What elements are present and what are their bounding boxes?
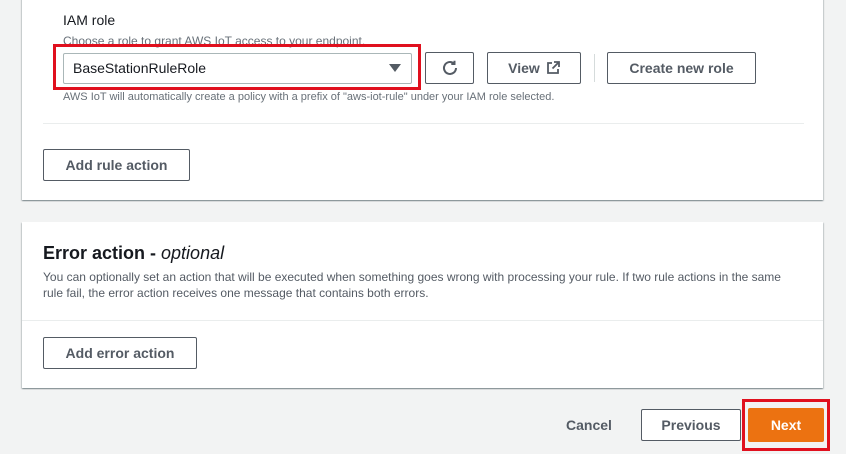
external-link-icon bbox=[546, 61, 560, 75]
error-action-title: Error action - optional bbox=[43, 243, 224, 264]
error-action-optional: optional bbox=[161, 243, 225, 263]
button-divider bbox=[594, 54, 595, 82]
iam-role-note: AWS IoT will automatically create a poli… bbox=[63, 91, 555, 103]
error-action-description: You can optionally set an action that wi… bbox=[43, 270, 781, 300]
create-new-role-button[interactable]: Create new role bbox=[607, 52, 756, 84]
error-action-divider bbox=[22, 320, 823, 321]
next-button[interactable]: Next bbox=[748, 408, 824, 442]
iam-role-title: IAM role bbox=[63, 12, 116, 28]
add-error-action-button[interactable]: Add error action bbox=[43, 337, 197, 369]
error-action-title-text: Error action - bbox=[43, 243, 162, 263]
refresh-roles-button[interactable] bbox=[425, 52, 474, 84]
view-role-label: View bbox=[508, 60, 540, 76]
iam-role-description: Choose a role to grant AWS IoT access to… bbox=[63, 34, 366, 48]
cancel-button[interactable]: Cancel bbox=[552, 409, 626, 441]
iam-role-select-value: BaseStationRuleRole bbox=[73, 60, 207, 76]
view-role-button[interactable]: View bbox=[487, 52, 581, 84]
section-divider bbox=[43, 123, 804, 124]
refresh-icon bbox=[441, 59, 459, 77]
add-rule-action-button[interactable]: Add rule action bbox=[43, 149, 190, 181]
previous-button[interactable]: Previous bbox=[641, 409, 741, 441]
caret-down-icon bbox=[389, 64, 401, 73]
iam-role-select[interactable]: BaseStationRuleRole bbox=[63, 53, 412, 84]
